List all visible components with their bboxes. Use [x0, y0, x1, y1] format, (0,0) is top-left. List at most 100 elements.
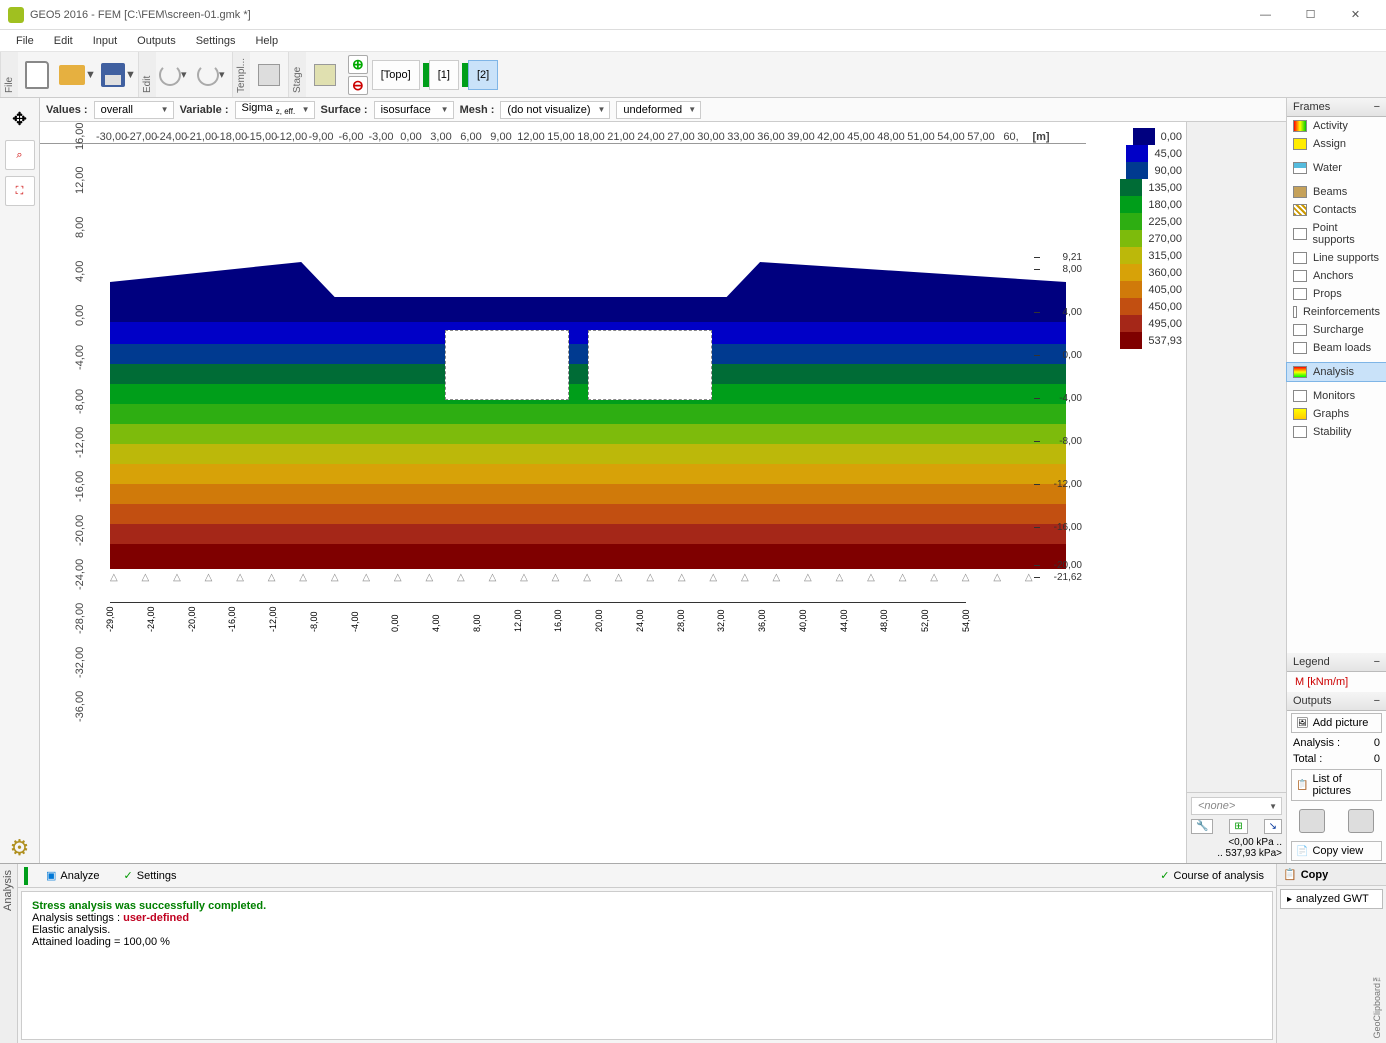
copy-view-label: Copy view: [1312, 845, 1363, 857]
add-stage-button[interactable]: ⊕: [348, 55, 368, 74]
plus-square-button[interactable]: ⊞: [1229, 819, 1247, 834]
frame-item-label: Point supports: [1313, 222, 1380, 246]
frame-item-activity[interactable]: Activity: [1287, 117, 1386, 135]
frame-item-reinforcements[interactable]: Reinforcements: [1287, 303, 1386, 321]
collapse-icon[interactable]: −: [1374, 695, 1380, 707]
stage-tab-1[interactable]: [1]: [429, 60, 459, 90]
open-file-icon: [59, 65, 85, 85]
settings-check-icon: ✓: [124, 869, 133, 882]
menu-file[interactable]: File: [6, 33, 44, 49]
frame-item-beams[interactable]: Beams: [1287, 183, 1386, 201]
copy-title: Copy: [1301, 869, 1329, 881]
frames-panel: Frames − ActivityAssignWaterBeamsContact…: [1286, 98, 1386, 863]
collapse-icon[interactable]: −: [1374, 101, 1380, 113]
frame-item-surcharge[interactable]: Surcharge: [1287, 321, 1386, 339]
bottom-axis: -29,00-24,00-20,00-16,00-12,00-8,00-4,00…: [110, 602, 966, 642]
surface-label: Surface :: [321, 104, 368, 116]
close-button[interactable]: ✕: [1333, 1, 1378, 29]
settings-gear-button[interactable]: ⚙: [5, 833, 35, 863]
add-picture-button[interactable]: 🖼 Add picture: [1291, 713, 1382, 733]
variable-select[interactable]: Sigma z, eff.: [235, 101, 315, 119]
frame-item-contacts[interactable]: Contacts: [1287, 201, 1386, 219]
copy-view-button[interactable]: 📄 Copy view: [1291, 841, 1382, 861]
stage-tab-topo[interactable]: [Topo]: [372, 60, 420, 90]
variable-select-value: Sigma z, eff.: [242, 102, 296, 116]
analysis-settings-button[interactable]: ✓Settings: [118, 867, 183, 884]
print-button-1[interactable]: [1299, 809, 1325, 833]
frame-item-icon: [1293, 252, 1307, 264]
fit-view-icon: ⛶: [16, 185, 24, 198]
frame-item-beam-loads[interactable]: Beam loads: [1287, 339, 1386, 357]
undo-button[interactable]: ▾: [158, 56, 192, 94]
outputs-total-row: Total :0: [1287, 751, 1386, 767]
collapse-icon[interactable]: −: [1374, 656, 1380, 668]
edit-group-label: Edit: [138, 52, 156, 97]
gear-icon: ⚙: [10, 835, 30, 861]
drawing-canvas[interactable]: -30,00-27,00-24,00-21,00-18,00-15,00-12,…: [40, 122, 1086, 863]
surface-select-value: isosurface: [381, 104, 431, 116]
print-button-2[interactable]: [1348, 809, 1374, 833]
remove-stage-button[interactable]: ⊖: [348, 76, 368, 95]
ruler-left: 16,0012,008,004,000,00-4,00-8,00-12,00-1…: [80, 144, 100, 863]
entity-select[interactable]: <none>: [1191, 797, 1282, 815]
frame-item-analysis[interactable]: Analysis: [1286, 362, 1386, 382]
outputs-title: Outputs: [1293, 695, 1332, 707]
copy-item-label: analyzed GWT: [1296, 893, 1369, 905]
analysis-status-bar: [24, 867, 28, 885]
values-select-value: overall: [101, 104, 133, 116]
save-file-icon: [101, 63, 125, 87]
list-pictures-button[interactable]: 📋 List of pictures: [1291, 769, 1382, 801]
mesh-select[interactable]: (do not visualize): [500, 101, 610, 119]
frame-item-point-supports[interactable]: Point supports: [1287, 219, 1386, 249]
frame-item-icon: [1293, 138, 1307, 150]
frame-item-water[interactable]: Water: [1287, 159, 1386, 177]
deform-select-value: undeformed: [623, 104, 682, 116]
menu-outputs[interactable]: Outputs: [127, 33, 186, 49]
menu-input[interactable]: Input: [83, 33, 127, 49]
reset-arrow-button[interactable]: ↘: [1264, 819, 1282, 834]
mesh-select-value: (do not visualize): [507, 104, 590, 116]
copy-analyzed-gwt-button[interactable]: ▸ analyzed GWT: [1280, 889, 1383, 909]
surface-select[interactable]: isosurface: [374, 101, 454, 119]
save-file-button[interactable]: ▼: [100, 56, 136, 94]
deform-select[interactable]: undeformed: [616, 101, 701, 119]
color-scale-legend: 0,0045,0090,00135,00180,00225,00270,0031…: [1086, 122, 1186, 863]
redo-icon: [197, 64, 219, 86]
frame-item-graphs[interactable]: Graphs: [1287, 405, 1386, 423]
maximize-button[interactable]: ☐: [1288, 1, 1333, 29]
analyze-button[interactable]: ▣Analyze: [40, 867, 106, 884]
pan-tool-button[interactable]: ✥: [5, 104, 35, 134]
values-label: Values :: [46, 104, 88, 116]
frame-item-icon: [1293, 306, 1297, 318]
stage-tab-2[interactable]: [2]: [468, 60, 498, 90]
stage-manager-button[interactable]: [308, 56, 342, 94]
frame-item-props[interactable]: Props: [1287, 285, 1386, 303]
menu-help[interactable]: Help: [245, 33, 288, 49]
frame-item-label: Analysis: [1313, 366, 1354, 378]
frame-item-anchors[interactable]: Anchors: [1287, 267, 1386, 285]
frame-item-icon: [1293, 426, 1307, 438]
wrench-button[interactable]: 🔧: [1191, 819, 1213, 834]
frame-item-label: Reinforcements: [1303, 306, 1380, 318]
redo-button[interactable]: ▾: [196, 56, 230, 94]
frame-item-line-supports[interactable]: Line supports: [1287, 249, 1386, 267]
zoom-window-button[interactable]: ⌕: [5, 140, 35, 170]
new-file-button[interactable]: [20, 56, 54, 94]
minimize-button[interactable]: —: [1243, 1, 1288, 29]
frame-item-monitors[interactable]: Monitors: [1287, 387, 1386, 405]
values-select[interactable]: overall: [94, 101, 174, 119]
frame-item-stability[interactable]: Stability: [1287, 423, 1386, 441]
open-file-button[interactable]: ▼: [58, 56, 96, 94]
menu-settings[interactable]: Settings: [186, 33, 246, 49]
course-of-analysis-button[interactable]: ✓Course of analysis: [1154, 867, 1270, 884]
template-button[interactable]: [252, 56, 286, 94]
entity-select-value: <none>: [1198, 800, 1235, 812]
fit-view-button[interactable]: ⛶: [5, 176, 35, 206]
frame-item-label: Surcharge: [1313, 324, 1364, 336]
range-hi: .. 537,93 kPa>: [1191, 848, 1282, 859]
stage-tab-topo-label: [Topo]: [381, 69, 411, 81]
frame-item-assign[interactable]: Assign: [1287, 135, 1386, 153]
menu-edit[interactable]: Edit: [44, 33, 83, 49]
frames-list: ActivityAssign Water BeamsContacts Point su…: [1287, 117, 1386, 441]
frame-item-label: Graphs: [1313, 408, 1349, 420]
